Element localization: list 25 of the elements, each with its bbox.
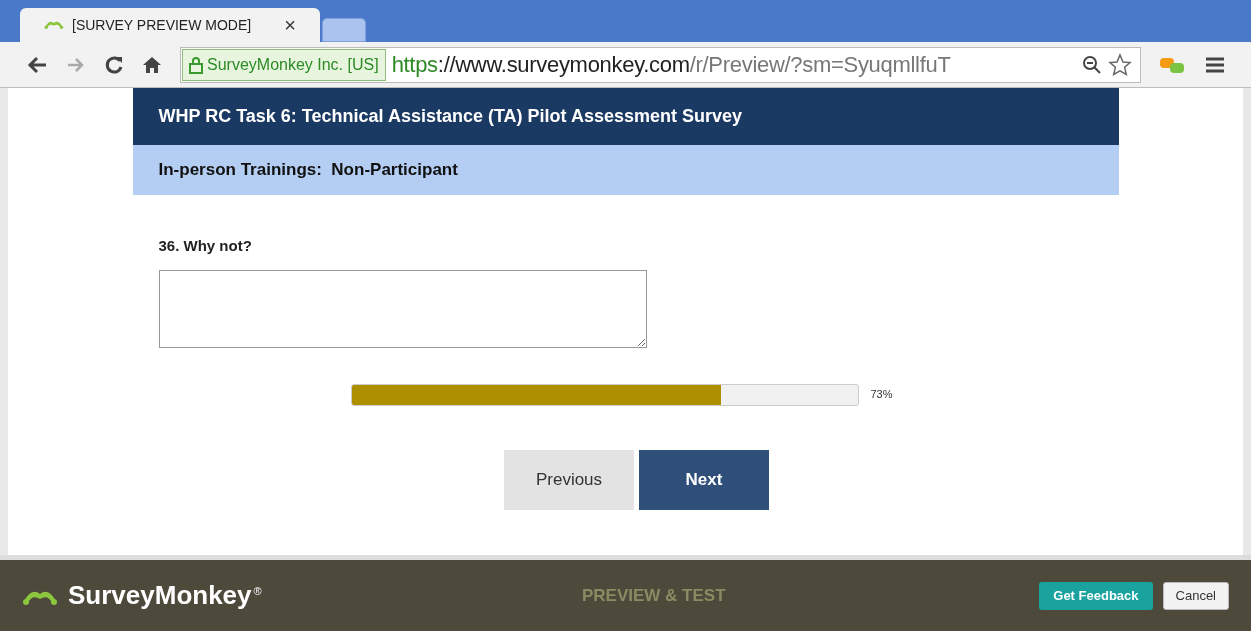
zoom-icon[interactable] (1082, 54, 1102, 75)
url-text: https://www.surveymonkey.com/r/Preview/?sm=SyuqmllfuT (391, 51, 952, 79)
registered-mark: ® (253, 584, 262, 600)
progress-percent: 73% (870, 387, 893, 403)
padlock-icon (189, 55, 203, 74)
address-bar[interactable]: SurveyMonkey Inc. [US] https://www.surveymonkey.com/r/Preview/?sm=SyuqmllfuT (180, 46, 1141, 83)
back-arrow-icon[interactable] (26, 55, 48, 74)
cancel-button[interactable]: Cancel (1162, 581, 1229, 610)
security-label: SurveyMonkey Inc. [US] (207, 54, 379, 75)
tab-title: [SURVEY PREVIEW MODE] (72, 15, 253, 35)
menu-icon[interactable] (1205, 55, 1225, 74)
mode-label: PREVIEW & TEST (582, 584, 727, 607)
star-icon[interactable] (1108, 52, 1132, 77)
security-badge[interactable]: SurveyMonkey Inc. [US] (182, 48, 386, 81)
answer-box[interactable] (158, 269, 647, 348)
browser-tab[interactable]: [SURVEY PREVIEW MODE] × (20, 8, 320, 42)
section-heading: In-person Trainings: Non-Participant (132, 145, 1119, 195)
next-button[interactable]: Next (639, 449, 769, 510)
brand-name: SurveyMonkey (68, 579, 252, 612)
reload-icon[interactable] (104, 54, 124, 75)
close-icon[interactable]: × (284, 15, 296, 35)
home-icon[interactable] (142, 54, 162, 75)
survey-title: WHP RC Task 6: Technical Assistance (TA) Pilot Assessment Survey (132, 88, 1119, 145)
previous-button[interactable]: Previous (504, 449, 634, 510)
question-label: 36. Why not? (158, 236, 253, 256)
